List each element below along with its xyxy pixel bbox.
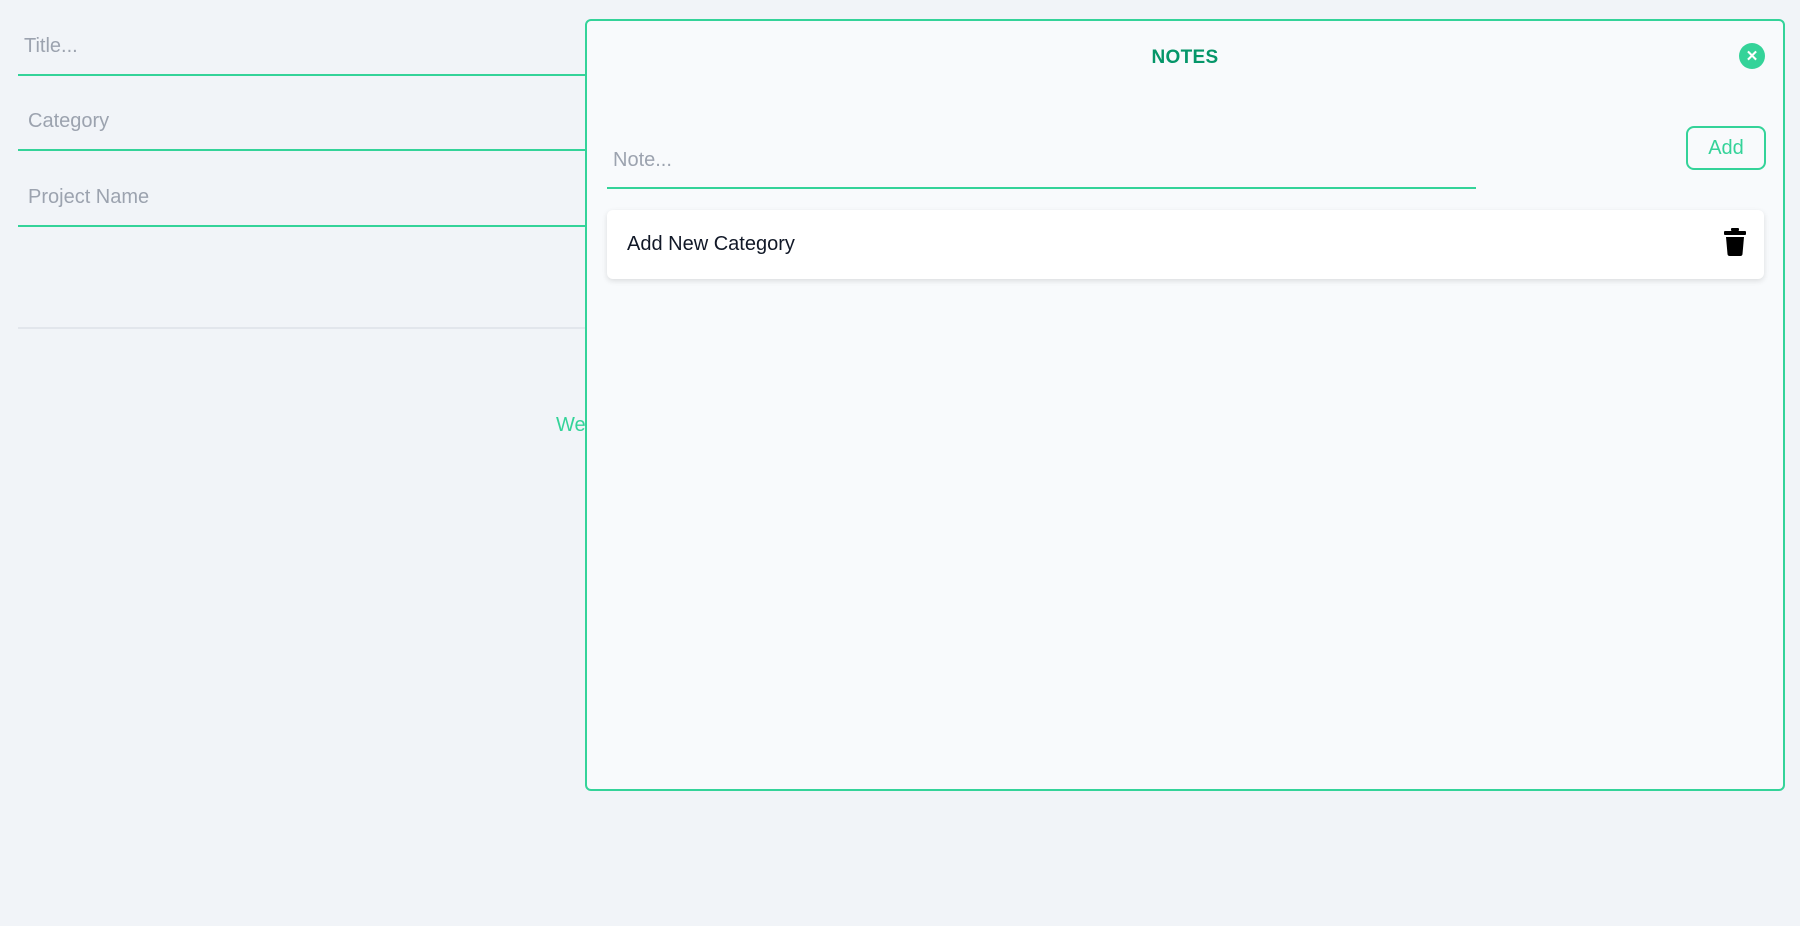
note-input[interactable] — [607, 133, 1476, 189]
add-button[interactable]: Add — [1686, 126, 1766, 170]
note-text: Add New Category — [627, 233, 795, 255]
category-input[interactable] — [18, 94, 618, 151]
note-item: Add New Category — [607, 210, 1764, 279]
page: We NOTES ✕ Add Add New Category — [0, 0, 1800, 926]
delete-note-button[interactable] — [1723, 227, 1747, 259]
trash-icon — [1724, 227, 1746, 259]
close-icon: ✕ — [1745, 47, 1759, 65]
divider — [18, 327, 618, 329]
background-text: We — [556, 414, 586, 436]
title-input[interactable] — [18, 18, 618, 76]
modal-title: NOTES — [1151, 47, 1219, 68]
note-list: Add New Category — [607, 210, 1764, 279]
close-button[interactable]: ✕ — [1739, 43, 1765, 69]
project-name-input[interactable] — [18, 170, 618, 227]
notes-modal: NOTES ✕ Add Add New Category — [585, 19, 1785, 791]
